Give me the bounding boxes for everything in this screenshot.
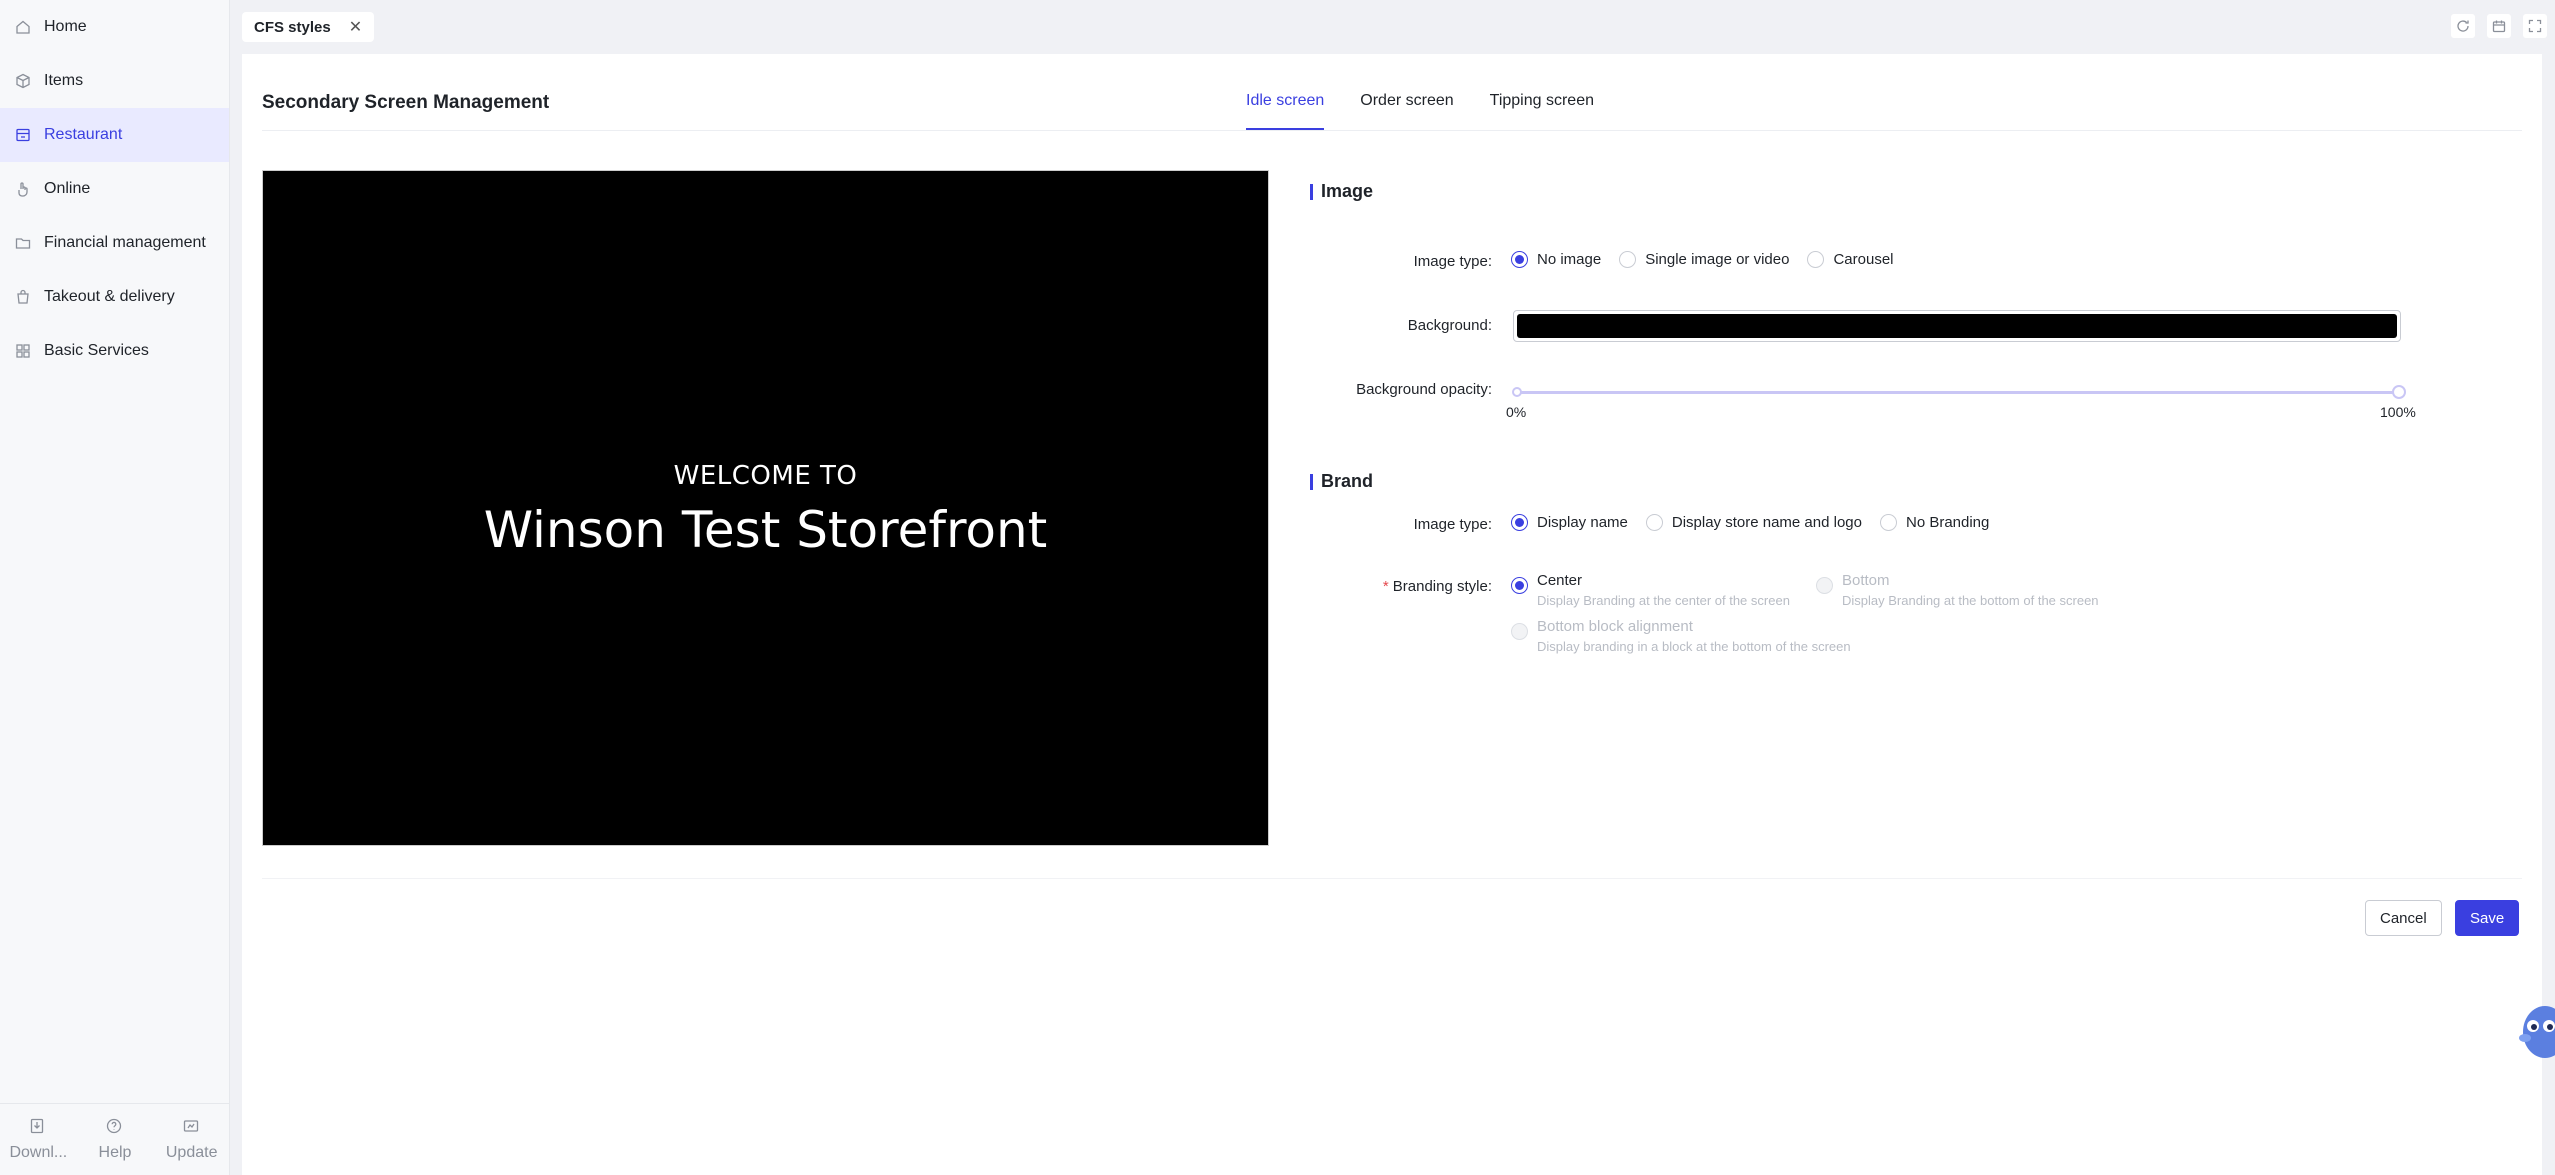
preview-welcome-text: WELCOME TO bbox=[673, 461, 858, 491]
sidebar-item-basic-services[interactable]: Basic Services bbox=[0, 324, 229, 378]
background-color-swatch bbox=[1517, 314, 2397, 338]
radio-dot bbox=[1619, 251, 1637, 268]
home-icon bbox=[14, 18, 32, 36]
hand-icon bbox=[14, 180, 32, 198]
divider bbox=[262, 878, 2522, 879]
radio-dot bbox=[1511, 623, 1528, 640]
tab-tipping-screen[interactable]: Tipping screen bbox=[1490, 82, 1594, 130]
help-label: Help bbox=[98, 1143, 132, 1161]
radio-carousel[interactable]: Carousel bbox=[1807, 251, 1894, 268]
sidebar-item-label: Online bbox=[44, 180, 91, 197]
sidebar-item-financial-management[interactable]: Financial management bbox=[0, 216, 229, 270]
fullscreen-icon[interactable] bbox=[2523, 14, 2547, 38]
sidebar-item-takeout-delivery[interactable]: Takeout & delivery bbox=[0, 270, 229, 324]
divider bbox=[262, 130, 2522, 131]
option-description: Display Branding at the center of the sc… bbox=[1537, 593, 1790, 608]
background-opacity-label: Background opacity: bbox=[1356, 381, 1492, 398]
option-title: Center bbox=[1537, 572, 1583, 589]
grid-icon bbox=[14, 342, 32, 360]
help-icon bbox=[106, 1118, 124, 1136]
radio-dot bbox=[1807, 251, 1825, 268]
screen-tabs: Idle screen Order screen Tipping screen bbox=[1246, 82, 1594, 130]
radio-no-branding[interactable]: No Branding bbox=[1879, 514, 1989, 531]
help-button[interactable]: Help bbox=[77, 1104, 154, 1175]
radio-display-store-name-and-logo[interactable]: Display store name and logo bbox=[1645, 514, 1862, 531]
cancel-button[interactable]: Cancel bbox=[2365, 900, 2442, 936]
update-button[interactable]: Update bbox=[153, 1104, 230, 1175]
sidebar-item-label: Takeout & delivery bbox=[44, 288, 175, 305]
page-title: Secondary Screen Management bbox=[262, 92, 550, 113]
background-opacity-slider[interactable] bbox=[1512, 385, 2406, 399]
required-marker: * bbox=[1382, 578, 1389, 595]
radio-no-image[interactable]: No image bbox=[1511, 251, 1601, 268]
assistant-mascot-icon[interactable] bbox=[2515, 1002, 2555, 1060]
option-description: Display branding in a block at the botto… bbox=[1537, 639, 1851, 654]
sidebar-item-label: Basic Services bbox=[44, 342, 149, 359]
slider-handle[interactable] bbox=[2392, 385, 2406, 399]
option-title: Bottom block alignment bbox=[1537, 618, 1693, 635]
radio-dot bbox=[1511, 514, 1528, 531]
image-type-label: Image type: bbox=[1413, 253, 1492, 270]
preview-store-name: Winson Test Storefront bbox=[483, 501, 1048, 559]
sidebar-item-label: Items bbox=[44, 72, 84, 89]
close-icon[interactable]: ✕ bbox=[349, 17, 362, 37]
download-button[interactable]: Downl... bbox=[0, 1104, 77, 1175]
tab-cfs-styles[interactable]: CFS styles ✕ bbox=[242, 12, 375, 42]
opacity-min-label: 0% bbox=[1506, 404, 1527, 420]
sidebar: Home Items Restaurant Online Financial m… bbox=[0, 0, 230, 1175]
radio-display-name[interactable]: Display name bbox=[1511, 514, 1628, 531]
main-panel: Secondary Screen Management Idle screen … bbox=[242, 54, 2542, 1175]
bag-icon bbox=[14, 288, 32, 306]
brand-section-title: Brand bbox=[1310, 471, 1373, 492]
refresh-icon[interactable] bbox=[2451, 14, 2475, 38]
opacity-max-label: 100% bbox=[2380, 404, 2416, 420]
radio-branding-bottom-block-alignment[interactable]: Bottom block alignment Display branding … bbox=[1511, 618, 1851, 654]
tab-label: CFS styles bbox=[254, 18, 331, 36]
brand-type-radio-group: Display name Display store name and logo… bbox=[1511, 514, 2007, 531]
save-button[interactable]: Save bbox=[2455, 900, 2520, 936]
radio-dot bbox=[1816, 577, 1833, 594]
sidebar-item-restaurant[interactable]: Restaurant bbox=[0, 108, 229, 162]
calendar-icon[interactable] bbox=[2487, 14, 2511, 38]
background-color-picker[interactable] bbox=[1513, 310, 2401, 342]
download-label: Downl... bbox=[9, 1143, 68, 1161]
radio-single-image-or-video[interactable]: Single image or video bbox=[1619, 251, 1789, 268]
background-label: Background: bbox=[1407, 317, 1492, 334]
sidebar-item-label: Financial management bbox=[44, 234, 206, 251]
option-title: Bottom bbox=[1842, 572, 1890, 589]
sidebar-item-label: Home bbox=[44, 18, 87, 35]
store-icon bbox=[14, 126, 32, 144]
option-description: Display Branding at the bottom of the sc… bbox=[1842, 593, 2099, 608]
branding-style-label: * Branding style: bbox=[1382, 578, 1492, 595]
tab-toolbar bbox=[2451, 14, 2547, 38]
brand-image-type-label: Image type: bbox=[1413, 516, 1492, 533]
radio-dot bbox=[1511, 577, 1528, 594]
sidebar-item-online[interactable]: Online bbox=[0, 162, 229, 216]
tab-bar: CFS styles ✕ bbox=[230, 0, 2555, 54]
sidebar-item-items[interactable]: Items bbox=[0, 54, 229, 108]
box-icon bbox=[14, 72, 32, 90]
screen-preview: WELCOME TO Winson Test Storefront bbox=[262, 170, 1269, 846]
tab-idle-screen[interactable]: Idle screen bbox=[1246, 82, 1325, 130]
slider-start-handle[interactable] bbox=[1512, 387, 1522, 397]
radio-branding-center[interactable]: Center Display Branding at the center of… bbox=[1511, 572, 1790, 608]
folder-icon bbox=[14, 234, 32, 252]
update-label: Update bbox=[165, 1143, 218, 1161]
sidebar-item-label: Restaurant bbox=[44, 126, 123, 143]
radio-dot bbox=[1645, 514, 1663, 531]
sidebar-item-home[interactable]: Home bbox=[0, 0, 229, 54]
sidebar-footer: Downl... Help Update bbox=[0, 1103, 230, 1175]
radio-dot bbox=[1511, 251, 1528, 268]
download-icon bbox=[29, 1118, 47, 1136]
tab-order-screen[interactable]: Order screen bbox=[1360, 82, 1453, 130]
radio-branding-bottom[interactable]: Bottom Display Branding at the bottom of… bbox=[1816, 572, 2099, 608]
image-section-title: Image bbox=[1310, 181, 1373, 202]
slider-track bbox=[1516, 391, 2400, 394]
image-type-radio-group: No image Single image or video Carousel bbox=[1511, 251, 1912, 268]
radio-dot bbox=[1879, 514, 1897, 531]
update-icon bbox=[183, 1118, 201, 1136]
